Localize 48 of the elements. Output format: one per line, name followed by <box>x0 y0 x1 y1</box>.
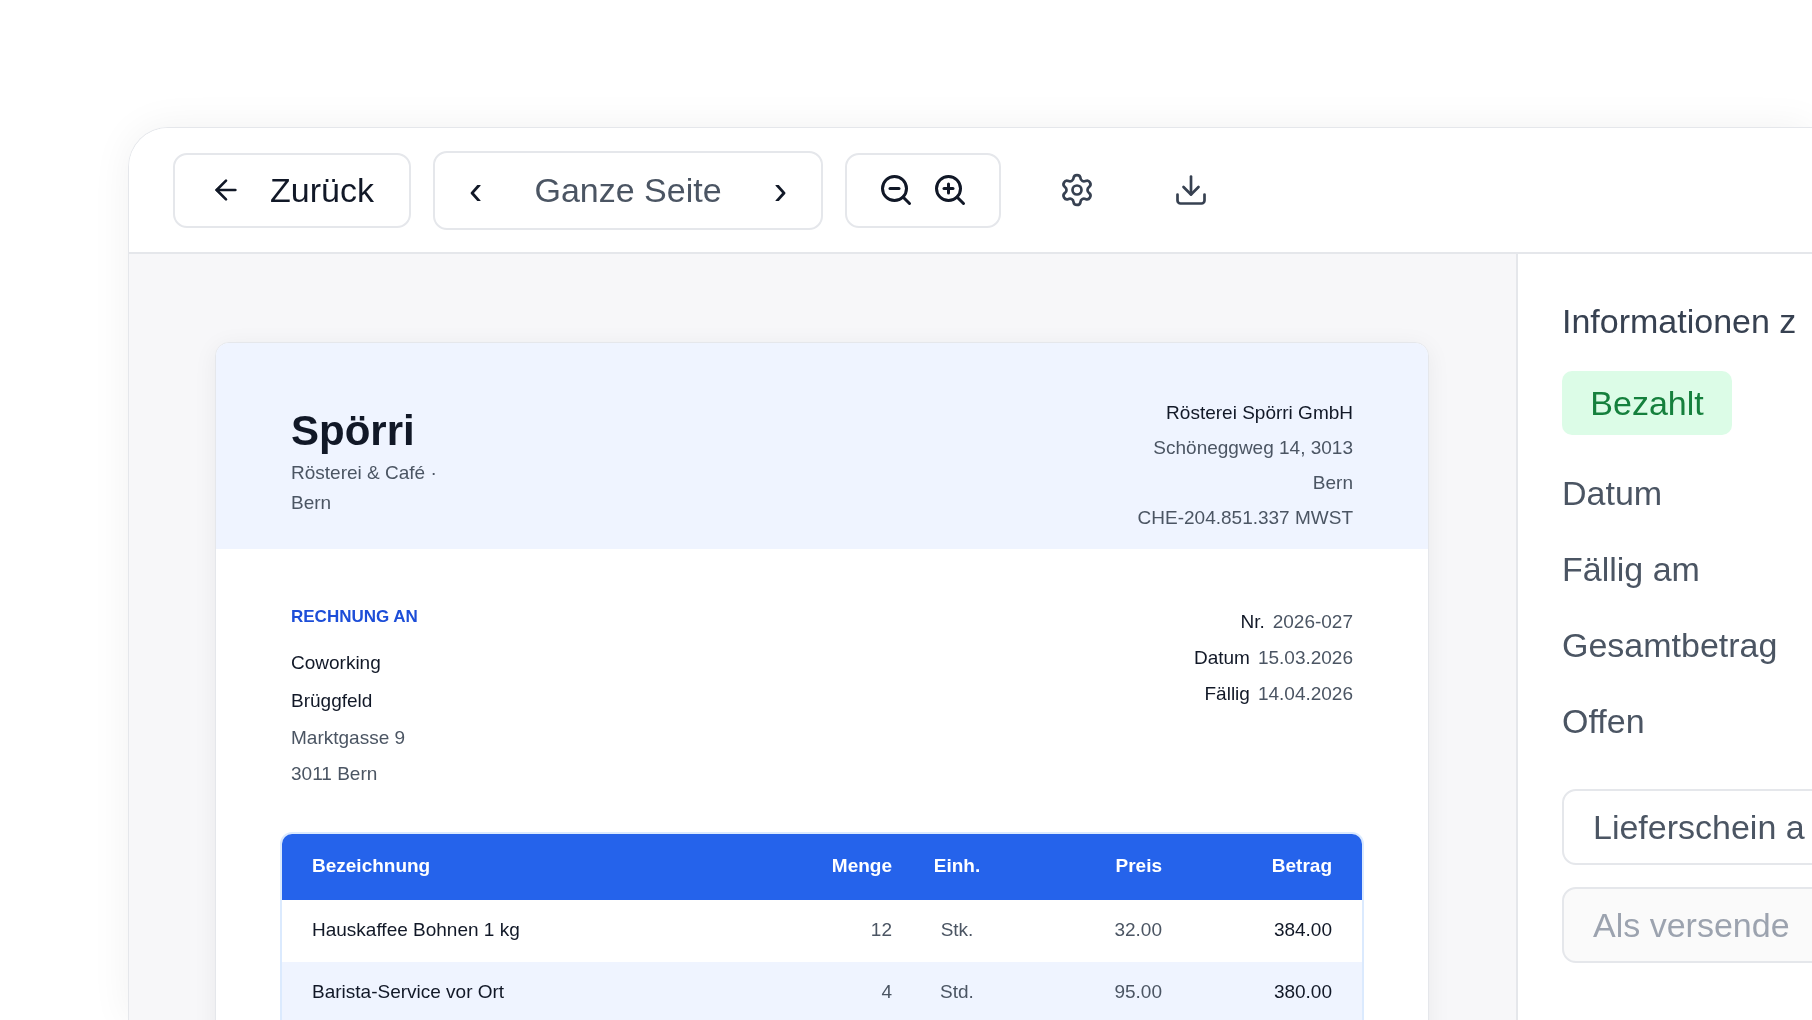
sidebar-title: Informationen z <box>1562 301 1798 342</box>
recipient-name: Brüggfeld <box>291 688 374 713</box>
previous-page-button[interactable]: ‹ <box>469 170 483 210</box>
column-header: Betrag <box>1270 854 1332 879</box>
sender-line: Bern <box>1312 471 1353 495</box>
meta-label: Datum <box>1193 646 1250 670</box>
table-cell-text: Hauskaffee Bohnen 1 kg <box>312 918 521 943</box>
brand-tagline: Rösterei & Café · <box>291 460 437 485</box>
meta-value: 14.04.2026 <box>1257 682 1353 706</box>
download-icon[interactable] <box>1173 172 1209 208</box>
recipient-name: Coworking <box>291 650 382 675</box>
action-button[interactable]: Lieferschein a <box>1562 789 1812 865</box>
field-label: Datum <box>1562 472 1664 514</box>
meta-label: Fällig <box>1204 682 1250 706</box>
sender-line: CHE-204.851.337 MWST <box>1137 506 1353 530</box>
column-header: Bezeichnung <box>312 854 432 879</box>
table-cell-text: Barista-Service vor Ort <box>312 980 506 1005</box>
zoom-out-icon[interactable] <box>878 172 914 208</box>
settings-icon[interactable] <box>1059 172 1095 208</box>
bill-to-label: RECHNUNG AN <box>291 606 418 628</box>
meta-label: Nr. <box>1240 610 1265 634</box>
meta-value: 2026-027 <box>1272 610 1353 634</box>
table-cell-text: 12 <box>869 918 892 943</box>
table-cell-text: Stk. <box>939 918 975 943</box>
page-mode-label: Ganze Seite <box>534 169 722 211</box>
field-label: Offen <box>1562 700 1646 742</box>
sender-line: Rösterei Spörri GmbH <box>1166 401 1353 425</box>
meta-value: 15.03.2026 <box>1257 646 1353 670</box>
table-cell-text: 4 <box>880 980 892 1005</box>
next-page-button[interactable]: › <box>773 170 787 210</box>
recipient-address: Marktgasse 9 <box>291 725 407 750</box>
column-header: Preis <box>1114 854 1162 879</box>
recipient-address: 3011 Bern <box>291 761 379 786</box>
brand-name: Spörri <box>291 406 416 456</box>
table-cell-text: 380.00 <box>1272 980 1332 1005</box>
status-badge: Bezahlt <box>1562 371 1732 435</box>
table-cell-text: 32.00 <box>1113 918 1162 943</box>
column-header: Menge <box>830 854 892 879</box>
back-button[interactable]: Zurück <box>173 152 411 228</box>
table-cell-text: 384.00 <box>1272 918 1332 943</box>
table-cell-text: Std. <box>939 980 975 1005</box>
zoom-in-icon[interactable] <box>932 172 968 208</box>
brand-tagline: Bern <box>291 490 333 515</box>
field-label: Gesamtbetrag <box>1562 624 1779 666</box>
column-header: Einh. <box>932 854 982 879</box>
field-label: Fällig am <box>1562 548 1701 590</box>
table-cell-text: 95.00 <box>1113 980 1162 1005</box>
sender-line: Schöneggweg 14, 3013 <box>1153 436 1353 460</box>
